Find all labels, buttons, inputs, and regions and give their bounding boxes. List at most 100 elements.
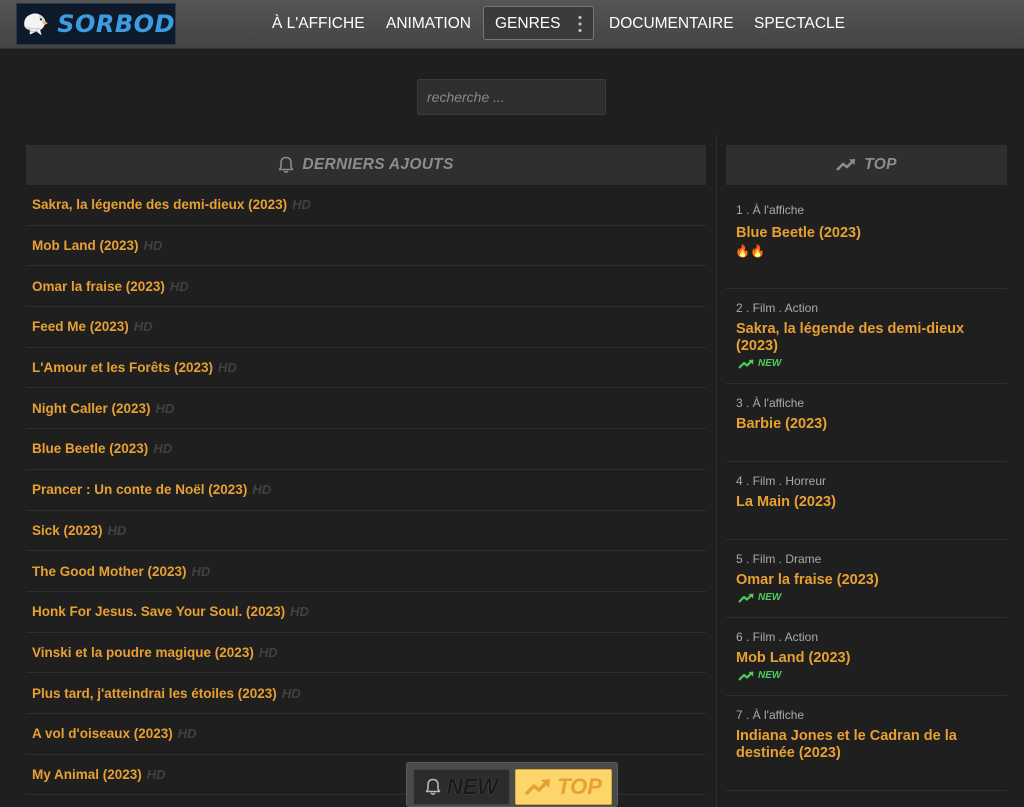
nav-genres-dropdown[interactable]: GENRES [483, 6, 594, 40]
top-item[interactable]: 7 . À l'affiche Indiana Jones et le Cadra… [726, 696, 1007, 791]
latest-item-title[interactable]: Omar la fraise (2023) [32, 279, 165, 294]
quality-badge: HD [153, 441, 173, 457]
latest-item-title[interactable]: Honk For Jesus. Save Your Soul. (2023) [32, 604, 285, 619]
top-item-title[interactable]: Sakra, la légende des demi-dieux (2023) [736, 321, 998, 355]
top-button-label: TOP [557, 774, 602, 799]
latest-item[interactable]: The Good Mother (2023) HD [26, 551, 706, 592]
latest-item[interactable]: Sick (2023) HD [26, 511, 706, 552]
trending-up-icon [525, 779, 551, 796]
latest-list: Sakra, la légende des demi-dieux (2023) H… [26, 185, 706, 796]
top-item[interactable]: 6 . Film . Action Mob Land (2023) NEW [726, 618, 1007, 696]
top-item-meta: 5 . Film . Drame [736, 552, 822, 566]
top-heading: TOP [726, 145, 1007, 185]
top-item-meta: 1 . À l'affiche [736, 203, 805, 217]
top-item-meta: 3 . À l'affiche [736, 396, 805, 410]
trending-up-icon [836, 159, 856, 171]
nav-spectacle[interactable]: SPECTACLE [754, 13, 845, 35]
floating-nav-bar: NEW TOP [406, 762, 618, 807]
top-item[interactable]: 5 . Film . Drame Omar la fraise (2023) NEW [726, 540, 1007, 618]
nav-a-l-affiche[interactable]: À L'AFFICHE [272, 13, 365, 35]
bell-icon [425, 778, 441, 795]
latest-item-title[interactable]: Blue Beetle (2023) [32, 441, 148, 456]
top-item-title[interactable]: Blue Beetle (2023) [736, 225, 998, 242]
nav-genres-label: GENRES [495, 15, 561, 32]
latest-item[interactable]: L'Amour et les Forêts (2023) HD [26, 348, 706, 389]
latest-item-title[interactable]: The Good Mother (2023) [32, 564, 187, 579]
new-badge: NEW [738, 358, 781, 369]
latest-item-title[interactable]: Feed Me (2023) [32, 319, 129, 334]
latest-item-title[interactable]: Night Caller (2023) [32, 401, 151, 416]
latest-item-title[interactable]: Mob Land (2023) [32, 238, 139, 253]
latest-item-title[interactable]: Prancer : Un conte de Noël (2023) [32, 482, 247, 497]
main-nav: À L'AFFICHE ANIMATION GENRES DOCUMENTAIR… [0, 0, 1024, 49]
nav-animation[interactable]: ANIMATION [386, 13, 471, 35]
latest-item-title[interactable]: My Animal (2023) [32, 767, 142, 782]
quality-badge: HD [107, 522, 127, 538]
latest-item-title[interactable]: Sakra, la légende des demi-dieux (2023) [32, 197, 287, 212]
top-item-meta: 2 . Film . Action [736, 301, 819, 315]
latest-item[interactable]: Sakra, la légende des demi-dieux (2023) H… [26, 185, 706, 226]
quality-badge: HD [191, 563, 211, 579]
top-item-meta: 4 . Film . Horreur [736, 474, 827, 488]
new-badge-label: NEW [758, 670, 782, 681]
new-button-label: NEW [446, 774, 499, 799]
latest-item[interactable]: Vinski et la poudre magique (2023) HD [26, 633, 706, 674]
top-item-meta: 7 . À l'affiche [736, 708, 805, 722]
latest-item[interactable]: Mob Land (2023) HD [26, 226, 706, 267]
top-item-title[interactable]: Barbie (2023) [736, 416, 998, 433]
latest-item-title[interactable]: L'Amour et les Forêts (2023) [32, 360, 213, 375]
quality-badge: HD [258, 644, 278, 660]
latest-item[interactable]: Feed Me (2023) HD [26, 307, 706, 348]
latest-item-title[interactable]: A vol d'oiseaux (2023) [32, 726, 173, 741]
latest-item[interactable]: Omar la fraise (2023) HD [26, 266, 706, 308]
trending-up-icon [738, 593, 754, 603]
quality-badge: HD [292, 197, 311, 213]
latest-item[interactable]: Plus tard, j'atteindrai les étoiles (202… [26, 673, 706, 714]
latest-item-title[interactable]: Vinski et la poudre magique (2023) [32, 645, 254, 660]
top-button[interactable]: TOP [515, 769, 612, 805]
fire-icon: 🔥🔥 [735, 244, 765, 258]
top-item-title[interactable]: La Main (2023) [736, 494, 998, 511]
latest-item[interactable]: Honk For Jesus. Save Your Soul. (2023) HD [26, 592, 706, 633]
quality-badge: HD [177, 726, 197, 742]
latest-heading-label: DERNIERS AJOUTS [302, 156, 454, 173]
quality-badge: HD [146, 766, 166, 782]
top-item[interactable]: 2 . Film . Action Sakra, la légende des d… [726, 289, 1007, 384]
quality-badge: HD [155, 400, 175, 416]
quality-badge: HD [143, 238, 163, 254]
search-input[interactable] [417, 79, 606, 115]
column-divider [716, 135, 717, 807]
new-badge-label: NEW [758, 358, 782, 369]
more-vertical-icon [578, 15, 582, 33]
nav-documentaire[interactable]: DOCUMENTAIRE [609, 13, 734, 35]
top-item[interactable]: 4 . Film . Horreur La Main (2023) [726, 462, 1007, 540]
latest-item[interactable]: Night Caller (2023) HD [26, 388, 706, 430]
top-item[interactable]: 1 . À l'affiche Blue Beetle (2023) 🔥🔥 [726, 185, 1007, 289]
latest-item-title[interactable]: Sick (2023) [32, 523, 103, 538]
quality-badge: HD [290, 604, 309, 620]
latest-item[interactable]: Prancer : Un conte de Noël (2023) HD [26, 470, 706, 511]
quality-badge: HD [218, 360, 237, 376]
latest-heading: DERNIERS AJOUTS [26, 145, 706, 185]
new-badge: NEW [738, 592, 781, 603]
top-item-title[interactable]: Indiana Jones et le Cadran de la destiné… [736, 728, 998, 762]
top-item-title[interactable]: Omar la fraise (2023) [736, 572, 998, 589]
new-badge: NEW [738, 670, 781, 681]
latest-item[interactable]: Blue Beetle (2023) HD [26, 429, 706, 470]
latest-item-title[interactable]: Plus tard, j'atteindrai les étoiles (202… [32, 686, 277, 701]
quality-badge: HD [281, 685, 301, 701]
top-item[interactable]: 3 . À l'affiche Barbie (2023) [726, 384, 1007, 462]
site-header: SORBOD À L'AFFICHE ANIMATION GENRES DOCU… [0, 0, 1024, 49]
trending-up-icon [738, 671, 754, 681]
bell-icon [279, 156, 294, 173]
new-badge-label: NEW [758, 592, 782, 603]
top-item-meta: 6 . Film . Action [736, 630, 819, 644]
quality-badge: HD [169, 278, 189, 294]
quality-badge: HD [133, 319, 153, 335]
latest-item[interactable]: A vol d'oiseaux (2023) HD [26, 714, 706, 755]
top-list: 1 . À l'affiche Blue Beetle (2023) 🔥🔥 2 . F… [726, 185, 1007, 791]
quality-badge: HD [252, 482, 272, 498]
top-heading-label: TOP [864, 156, 897, 173]
top-item-title[interactable]: Mob Land (2023) [736, 650, 998, 667]
new-button[interactable]: NEW [413, 769, 510, 805]
